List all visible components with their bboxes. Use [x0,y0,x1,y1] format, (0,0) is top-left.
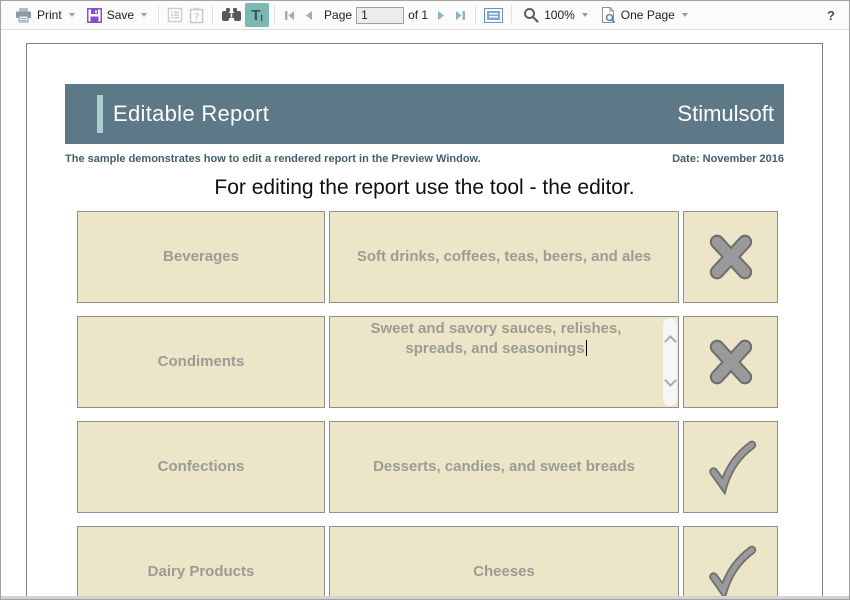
scroll-down-icon[interactable] [664,374,677,387]
save-dropdown-arrow-icon[interactable] [141,13,147,17]
help-button[interactable]: ? [827,8,835,23]
description-cell[interactable]: Cheeses [329,526,679,596]
report-heading: For editing the report use the tool - th… [65,176,784,200]
check-mark-icon [702,543,760,596]
last-page-icon [454,9,467,22]
view-mode-label: One Page [621,8,675,22]
description-editor-cell[interactable]: Sweet and savory sauces, relishes, sprea… [329,316,679,408]
preview-canvas[interactable]: Editable Report Stimulsoft The sample de… [1,30,849,596]
editing-toggle-button[interactable]: TI [245,3,269,27]
toolbar-separator [212,5,213,25]
page-number-input[interactable] [356,7,404,24]
full-screen-button[interactable] [481,5,506,26]
view-mode-page-icon [600,6,616,24]
report-page-content: Editable Report Stimulsoft The sample de… [27,44,822,596]
previous-page-button[interactable] [299,6,318,25]
category-cell[interactable]: Dairy Products [77,526,325,596]
check-mark-icon [702,438,760,496]
bottom-scrollbar-track[interactable] [1,596,849,599]
category-text: Confections [158,457,245,477]
cross-mark-icon [702,228,760,286]
zoom-magnifier-icon [523,7,539,23]
preview-toolbar: Print Save [1,1,849,30]
cross-mark-icon [702,333,760,391]
report-banner: Editable Report Stimulsoft [65,84,784,144]
first-page-icon [283,9,296,22]
editor-scrollbar[interactable] [663,318,677,406]
bookmarks-button [164,4,186,26]
category-cell[interactable]: Condiments [77,316,325,408]
category-cell[interactable]: Confections [77,421,325,513]
category-text: Beverages [163,247,239,267]
print-label: Print [37,8,62,22]
status-cell[interactable] [683,526,778,596]
parameters-clipboard-icon: ? [189,7,204,24]
description-text: Soft drinks, coffees, teas, beers, and a… [357,247,651,267]
category-table: Beverages Soft drinks, coffees, teas, be… [77,211,778,596]
status-cell[interactable] [683,211,778,303]
editing-cursor-icon: I [260,14,263,23]
view-mode-button[interactable]: One Page [594,3,694,27]
save-button[interactable]: Save [81,5,153,26]
find-button[interactable] [218,5,245,25]
description-cell[interactable]: Desserts, candies, and sweet breads [329,421,679,513]
toolbar-separator [274,5,275,25]
binoculars-icon [221,8,242,22]
view-mode-dropdown-arrow-icon[interactable] [682,13,688,17]
report-subtitle: The sample demonstrates how to edit a re… [65,153,481,166]
save-label: Save [107,8,134,22]
report-title: Editable Report [113,101,269,127]
previous-page-icon [302,9,315,22]
brand-name: Stimulsoft [677,101,774,127]
svg-text:?: ? [194,11,200,21]
status-cell[interactable] [683,316,778,408]
toolbar-separator [475,5,476,25]
description-cell[interactable]: Soft drinks, coffees, teas, beers, and a… [329,211,679,303]
bookmarks-icon [167,7,183,23]
category-text: Condiments [158,352,245,372]
scroll-up-icon[interactable] [664,335,677,348]
description-editing-text[interactable]: Sweet and savory sauces, relishes, sprea… [342,319,650,359]
last-page-button[interactable] [451,6,470,25]
banner-accent-bar [97,95,103,133]
print-dropdown-arrow-icon[interactable] [69,13,75,17]
editing-icon: T [251,8,260,23]
text-caret [586,340,587,356]
description-text: Sweet and savory sauces, relishes, sprea… [371,320,622,357]
save-floppy-icon [87,8,102,23]
description-text: Cheeses [473,562,535,582]
status-cell[interactable] [683,421,778,513]
report-date: Date: November 2016 [672,153,784,166]
next-page-icon [435,9,448,22]
full-screen-icon [484,8,503,23]
next-page-button[interactable] [432,6,451,25]
zoom-value: 100% [544,8,575,22]
report-preview-window: Print Save [0,0,850,600]
zoom-button[interactable]: 100% [517,4,594,26]
parameters-button: ? [186,4,207,27]
category-cell[interactable]: Beverages [77,211,325,303]
category-text: Dairy Products [148,562,255,582]
report-meta-row: The sample demonstrates how to edit a re… [65,153,784,166]
page-label: Page [324,8,352,22]
page-count-label: of 1 [408,8,428,22]
toolbar-separator [511,5,512,25]
toolbar-separator [158,5,159,25]
zoom-dropdown-arrow-icon[interactable] [582,13,588,17]
report-page: Editable Report Stimulsoft The sample de… [26,43,823,596]
first-page-button[interactable] [280,6,299,25]
printer-icon [15,8,32,23]
description-text: Desserts, candies, and sweet breads [373,457,635,477]
print-button[interactable]: Print [9,5,81,26]
